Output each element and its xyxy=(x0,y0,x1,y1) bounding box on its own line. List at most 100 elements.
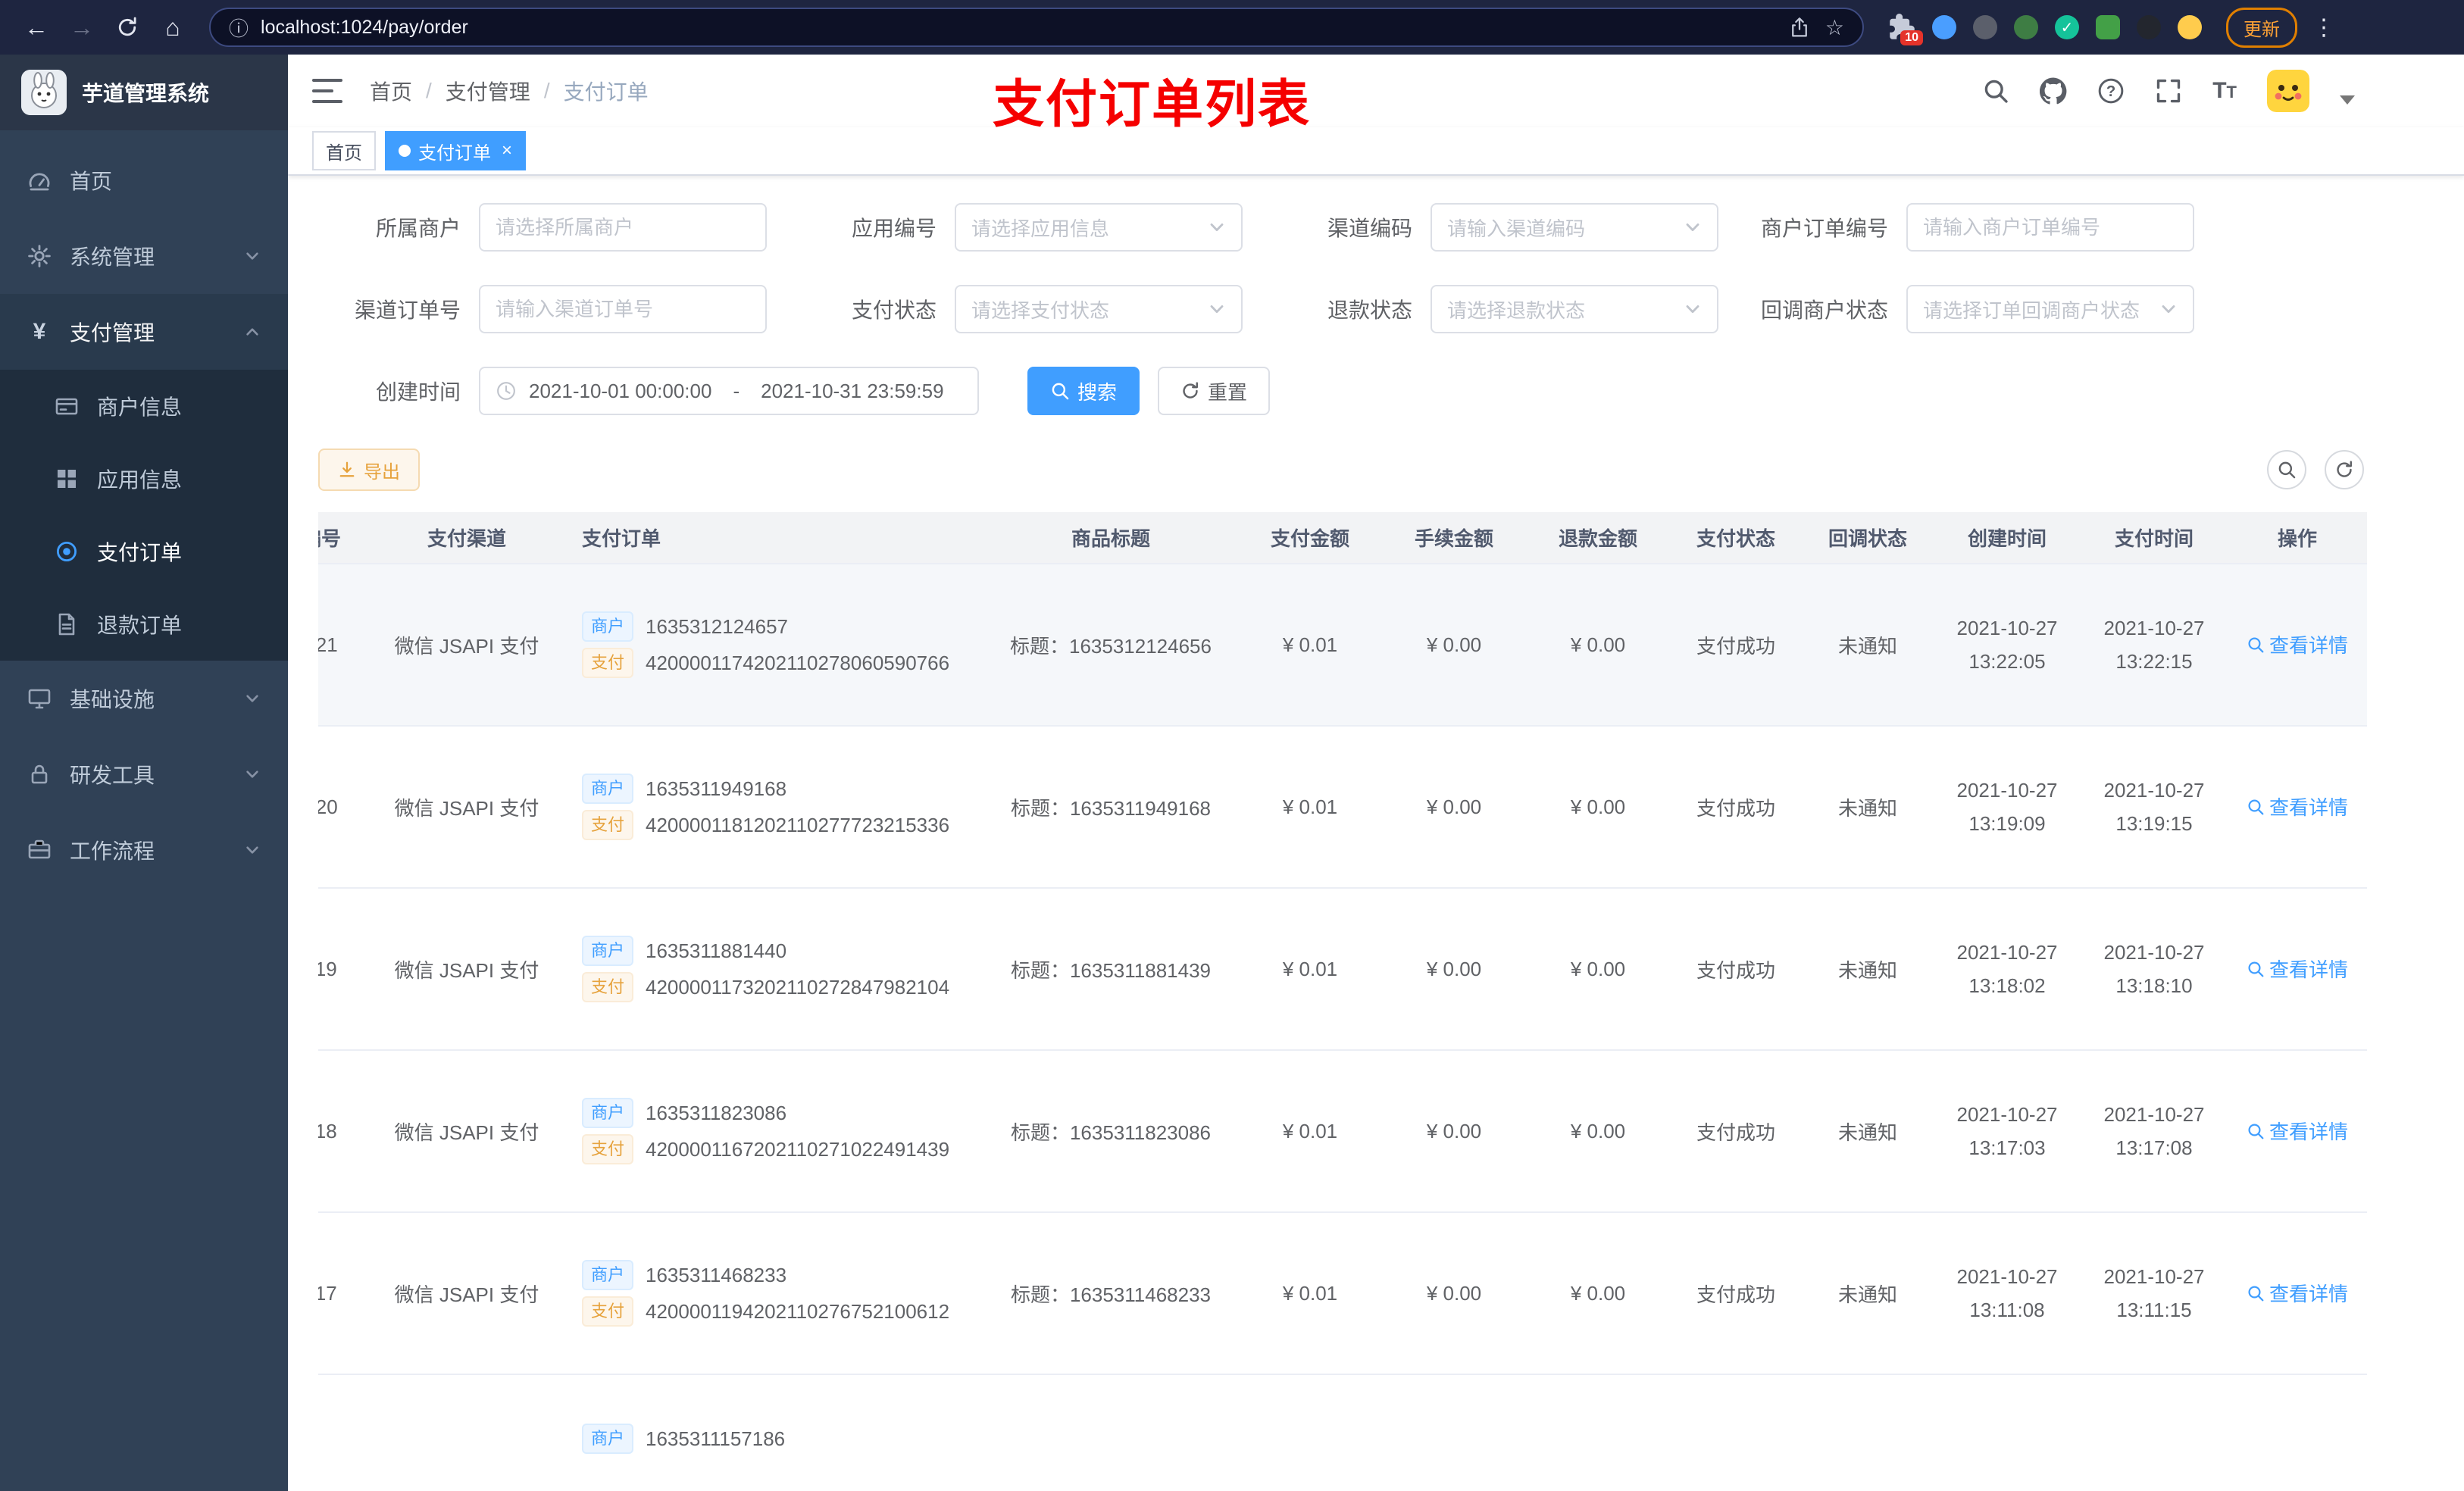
font-size-icon[interactable]: TT xyxy=(2212,78,2237,104)
export-button[interactable]: 导出 xyxy=(318,449,420,491)
merchant-tag: 商户 xyxy=(582,611,634,642)
channel-order-no-input[interactable] xyxy=(479,285,767,333)
document-icon xyxy=(55,612,79,636)
merchant-tag: 商户 xyxy=(582,774,634,804)
site-info-icon[interactable]: ⓘ xyxy=(229,14,249,42)
filter-label-merchant-order-no: 商户订单编号 xyxy=(1760,217,1888,240)
url-bar[interactable]: ⓘ localhost:1024/pay/order ☆ xyxy=(209,8,1864,47)
tab-home[interactable]: 首页 xyxy=(312,131,376,170)
extension-icon-smiley[interactable] xyxy=(2178,15,2202,39)
sidebar-item-infrastructure[interactable]: 基础设施 xyxy=(0,661,288,736)
pay-status-select[interactable]: 请选择支付状态 xyxy=(955,285,1243,333)
logo-avatar xyxy=(21,70,67,115)
view-detail-link[interactable]: 查看详情 xyxy=(2247,955,2348,983)
view-detail-link[interactable]: 查看详情 xyxy=(2247,1279,2348,1307)
tab-pay-order[interactable]: 支付订单 × xyxy=(385,131,527,170)
date-start: 2021-10-01 00:00:00 xyxy=(529,379,712,402)
app-logo[interactable]: 芋道管理系统 xyxy=(0,55,288,130)
bookmark-star-icon[interactable]: ☆ xyxy=(1825,15,1844,40)
sidebar-item-app-info[interactable]: 应用信息 xyxy=(0,442,288,515)
search-icon xyxy=(2247,636,2265,654)
record-circle-icon xyxy=(55,539,79,564)
filter-label-channel-code: 渠道编码 xyxy=(1327,217,1412,240)
reset-button[interactable]: 重置 xyxy=(1158,367,1271,415)
view-detail-link[interactable]: 查看详情 xyxy=(2247,630,2348,658)
refund-status-select[interactable]: 请选择退款状态 xyxy=(1431,285,1718,333)
filter-label-app-no: 应用编号 xyxy=(851,217,937,240)
browser-menu-icon[interactable]: ⋮ xyxy=(2312,14,2335,41)
sidebar-item-pay-order[interactable]: 支付订单 xyxy=(0,515,288,588)
user-avatar[interactable] xyxy=(2267,70,2309,112)
table-header-row: 编号 支付渠道 支付订单 商品标题 支付金额 手续金额 退款金额 支付状态 回调… xyxy=(318,512,2367,564)
forward-button[interactable]: → xyxy=(61,6,103,48)
chevron-down-icon xyxy=(1208,300,1226,318)
yen-icon: ¥ xyxy=(33,319,46,344)
home-button[interactable]: ⌂ xyxy=(152,6,194,48)
sidebar: 芋道管理系统 首页 系统管理 ¥ 支付管理 商户信息 应用信息 支付订单 退款订… xyxy=(0,55,288,1491)
merchant-order-no-input[interactable] xyxy=(1906,203,2194,252)
grid-icon xyxy=(55,467,79,491)
share-icon[interactable] xyxy=(1789,17,1810,38)
sidebar-item-home[interactable]: 首页 xyxy=(0,142,288,218)
extension-icons: 10 ✓ xyxy=(1888,14,2202,45)
tab-close-icon[interactable]: × xyxy=(502,140,512,161)
chevron-down-icon xyxy=(244,766,261,783)
sidebar-item-refund-order[interactable]: 退款订单 xyxy=(0,588,288,661)
breadcrumb-payment[interactable]: 支付管理 xyxy=(446,76,530,106)
question-icon[interactable] xyxy=(2097,77,2125,105)
pay-tag: 支付 xyxy=(582,648,634,678)
pay-tag: 支付 xyxy=(582,810,634,840)
table-row: 120 微信 JSAPI 支付 商户1635311949168 支付420000… xyxy=(318,726,2367,889)
extension-icon-dark[interactable] xyxy=(2137,15,2161,39)
hamburger-icon[interactable] xyxy=(312,79,342,103)
tags-view-bar: 首页 支付订单 × xyxy=(288,127,2464,176)
extensions-puzzle-icon[interactable]: 10 xyxy=(1888,14,1923,45)
back-button[interactable]: ← xyxy=(15,6,58,48)
top-navbar: 首页 / 支付管理 / 支付订单 TT xyxy=(288,55,2464,127)
extension-icon-green[interactable] xyxy=(2014,15,2038,39)
breadcrumb: 首页 / 支付管理 / 支付订单 xyxy=(370,76,649,106)
monitor-icon xyxy=(27,686,52,711)
chevron-down-icon xyxy=(244,690,261,707)
reload-button[interactable] xyxy=(106,6,149,48)
extension-badge: 10 xyxy=(1900,30,1923,45)
extension-icon-chat[interactable] xyxy=(2096,15,2120,39)
sidebar-item-workflow[interactable]: 工作流程 xyxy=(0,812,288,888)
github-icon[interactable] xyxy=(2040,77,2067,105)
merchant-select-input[interactable] xyxy=(479,203,767,252)
merchant-tag: 商户 xyxy=(582,1260,634,1290)
create-time-range-picker[interactable]: 2021-10-01 00:00:00 - 2021-10-31 23:59:5… xyxy=(479,367,979,415)
search-button[interactable]: 搜索 xyxy=(1027,367,1140,415)
breadcrumb-current: 支付订单 xyxy=(563,80,649,104)
extension-icon-gray[interactable] xyxy=(1973,15,1997,39)
search-icon xyxy=(1050,381,1070,401)
table-row: 118 微信 JSAPI 支付 商户1635311823086 支付420000… xyxy=(318,1050,2367,1213)
sidebar-item-dev-tools[interactable]: 研发工具 xyxy=(0,736,288,812)
table-row: 商户 1635311157186 xyxy=(318,1374,2367,1491)
merchant-tag: 商户 xyxy=(582,1098,634,1128)
app-no-select[interactable]: 请选择应用信息 xyxy=(955,203,1243,252)
chevron-down-icon xyxy=(244,842,261,858)
sidebar-item-payment[interactable]: ¥ 支付管理 xyxy=(0,294,288,370)
refresh-table-button[interactable] xyxy=(2325,450,2364,489)
view-detail-link[interactable]: 查看详情 xyxy=(2247,792,2348,821)
channel-code-select[interactable]: 请输入渠道编码 xyxy=(1431,203,1718,252)
filter-label-create-time: 创建时间 xyxy=(375,380,461,404)
fullscreen-icon[interactable] xyxy=(2155,77,2182,105)
header-search-icon[interactable] xyxy=(1982,77,2009,105)
sidebar-item-system[interactable]: 系统管理 xyxy=(0,218,288,294)
browser-update-button[interactable]: 更新 xyxy=(2226,7,2297,48)
notify-status-select[interactable]: 请选择订单回调商户状态 xyxy=(1906,285,2194,333)
avatar-caret-icon[interactable] xyxy=(2340,95,2355,105)
breadcrumb-home[interactable]: 首页 xyxy=(370,76,412,106)
sidebar-item-merchant-info[interactable]: 商户信息 xyxy=(0,370,288,442)
search-icon xyxy=(2247,798,2265,816)
view-detail-link[interactable]: 查看详情 xyxy=(2247,1117,2348,1145)
table-row: 121 微信 JSAPI 支付 商户1635312124657 支付420000… xyxy=(318,564,2367,727)
search-icon xyxy=(2247,1122,2265,1140)
extension-icon-blue[interactable] xyxy=(1932,15,1956,39)
toggle-search-button[interactable] xyxy=(2267,450,2306,489)
url-text: localhost:1024/pay/order xyxy=(261,16,468,38)
download-icon xyxy=(338,461,356,479)
extension-icon-check[interactable]: ✓ xyxy=(2055,15,2079,39)
